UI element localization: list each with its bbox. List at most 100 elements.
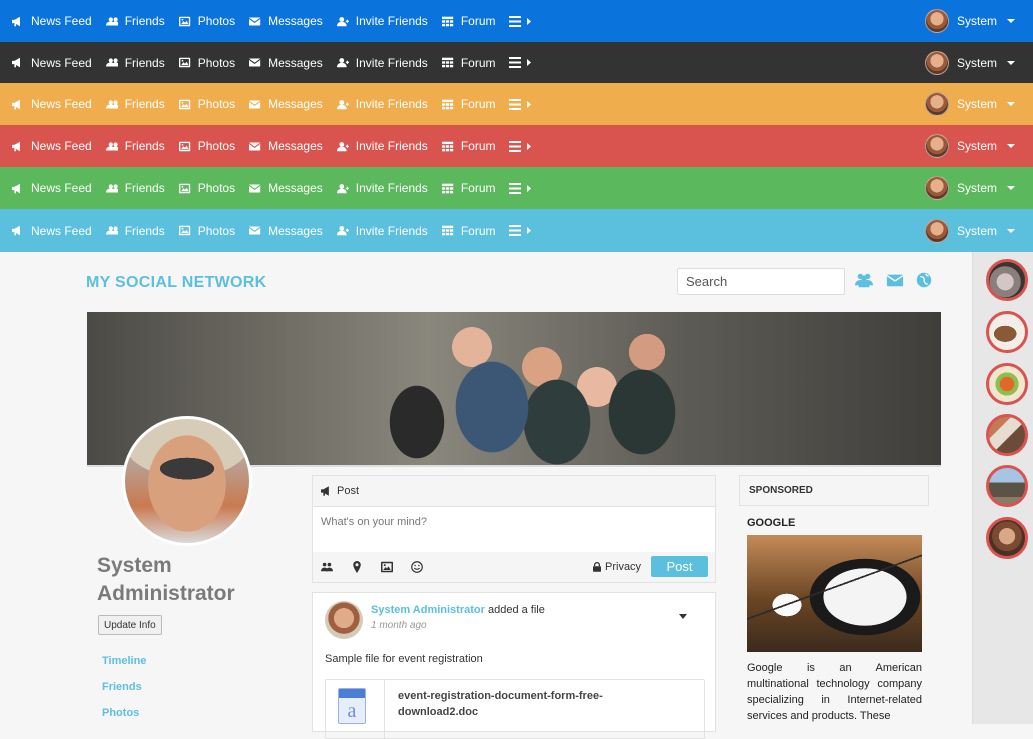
nav-friends[interactable]: Friends [105,224,165,238]
nav-photos[interactable]: Photos [178,14,235,28]
nav-label: Friends [124,181,165,195]
sponsor-title[interactable]: GOOGLE [747,517,795,529]
navbar-cyan: News Feed Friends Photos Messages Invite Fri… [0,209,1033,252]
nav-friends[interactable]: Friends [105,139,165,153]
nav-forum[interactable]: Forum [441,14,495,28]
nav-label: Photos [197,223,236,238]
contact-avatar[interactable] [986,517,1028,559]
nav-news-feed[interactable]: News Feed [12,97,92,111]
nav-more[interactable] [509,57,533,68]
nav-invite-friends[interactable]: Invite Friends [336,14,428,28]
nav-news-feed[interactable]: News Feed [12,14,92,28]
nav-friends[interactable]: Friends [105,14,165,28]
nav-forum[interactable]: Forum [441,223,496,238]
nav-photos[interactable]: Photos [178,223,236,238]
nav-label: Photos [197,55,236,70]
user-menu[interactable]: System [924,167,1015,209]
nav-friends[interactable]: Friends [105,181,165,195]
update-info-button[interactable]: Update Info [98,615,162,635]
nav-photos[interactable]: Photos [178,181,235,195]
contact-avatar[interactable] [986,311,1028,353]
nav-photos[interactable]: Photos [178,139,235,153]
nav-messages[interactable]: Messages [249,56,323,70]
users-icon[interactable] [855,271,873,289]
nav-more[interactable] [509,15,533,27]
nav-label: Messages [268,97,323,111]
nav-photos[interactable]: Photos [178,97,235,111]
bullhorn-icon [12,183,20,193]
nav-news-feed[interactable]: News Feed [12,181,92,195]
nav-news-feed[interactable]: News Feed [12,139,92,153]
map-marker-icon[interactable] [351,560,381,574]
user-menu[interactable]: System [924,125,1015,167]
privacy-selector[interactable]: Privacy [593,561,641,573]
table-icon [441,141,454,151]
globe-icon[interactable] [915,271,933,289]
sponsor-image[interactable] [747,535,922,652]
nav-forum[interactable]: Forum [441,56,495,70]
sidebar-link-photos[interactable]: Photos [102,707,139,719]
smile-icon[interactable] [411,560,441,574]
user-menu-label: System [956,223,997,238]
sidebar-link-friends[interactable]: Friends [102,681,142,693]
user-menu[interactable]: System [924,83,1015,125]
file-attachment[interactable]: a event-registration-document-form-free-… [325,679,705,739]
nav-label: Forum [460,223,496,238]
site-brand[interactable]: MY SOCIAL NETWORK [86,274,267,292]
user-menu[interactable]: System [924,0,1015,42]
avatar[interactable] [325,601,363,639]
contact-avatar[interactable] [986,414,1028,456]
nav-news-feed[interactable]: News Feed [12,56,92,70]
nav-friends[interactable]: Friends [105,56,165,70]
nav-forum[interactable]: Forum [441,139,495,153]
envelope-icon[interactable] [886,271,904,289]
post-button[interactable]: Post [651,556,708,577]
nav-more[interactable] [509,182,533,194]
user-menu[interactable]: System [924,42,1015,83]
nav-messages[interactable]: Messages [249,224,323,238]
search-input[interactable] [677,268,845,295]
avatar [924,134,949,158]
nav-messages[interactable]: Messages [249,14,323,28]
nav-invite-friends[interactable]: Invite Friends [336,97,428,111]
caret-right-icon [527,142,532,150]
avatar [924,218,949,243]
profile-picture[interactable] [122,416,252,546]
nav-label: Invite Friends [355,181,428,195]
user-menu-label: System [956,14,997,28]
nav-more[interactable] [509,98,533,110]
nav-label: Forum [460,97,496,111]
nav-more[interactable] [509,140,533,152]
nav-friends[interactable]: Friends [105,97,165,111]
composer-textarea[interactable]: What's on your mind? [313,507,715,553]
nav-forum[interactable]: Forum [441,97,496,111]
caret-right-icon [527,100,532,108]
table-icon [441,16,454,26]
contact-avatar[interactable] [986,465,1028,507]
nav-messages[interactable]: Messages [249,181,323,195]
user-menu[interactable]: System [924,209,1015,252]
nav-more[interactable] [509,225,533,236]
tag-friends-icon[interactable] [321,560,351,574]
user-plus-icon [336,226,349,236]
nav-messages[interactable]: Messages [249,139,323,153]
file-name[interactable]: event-registration-document-form-free-do… [398,688,638,720]
bars-icon [509,140,522,152]
user-menu-label: System [956,97,997,111]
nav-invite-friends[interactable]: Invite Friends [336,224,428,238]
nav-invite-friends[interactable]: Invite Friends [336,139,428,153]
nav-photos[interactable]: Photos [178,55,236,70]
bullhorn-icon [12,99,20,109]
post-options-caret-icon[interactable] [679,614,687,619]
image-icon[interactable] [381,560,411,574]
nav-forum[interactable]: Forum [441,181,495,195]
contact-avatar[interactable] [986,363,1028,405]
contact-avatar[interactable] [986,259,1028,301]
user-plus-icon [336,58,349,68]
nav-invite-friends[interactable]: Invite Friends [336,181,428,195]
nav-messages[interactable]: Messages [249,97,323,111]
post-author[interactable]: System Administrator [371,604,485,616]
nav-invite-friends[interactable]: Invite Friends [336,56,428,70]
nav-news-feed[interactable]: News Feed [12,224,92,238]
sidebar-link-timeline[interactable]: Timeline [102,655,146,667]
